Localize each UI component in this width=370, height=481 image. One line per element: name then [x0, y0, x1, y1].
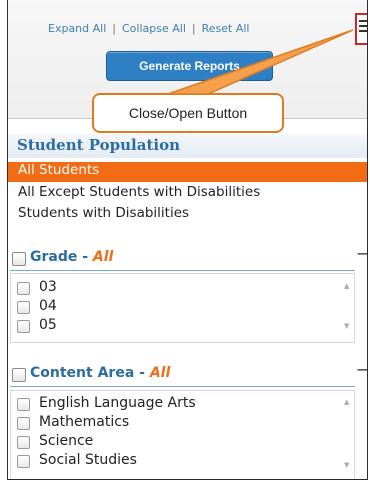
social-studies-checkbox[interactable] — [17, 455, 30, 468]
grade-05-checkbox[interactable] — [17, 320, 30, 333]
science-checkbox[interactable] — [17, 436, 30, 449]
list-item[interactable]: 05 — [17, 317, 317, 335]
content-area-list: English Language Arts Mathematics Scienc… — [10, 390, 355, 479]
grade-title-text: Grade — [30, 249, 78, 265]
mathematics-checkbox[interactable] — [17, 417, 30, 430]
scroll-down-icon[interactable]: ▼ — [344, 461, 349, 469]
grade-title: Grade - All — [30, 249, 114, 265]
list-item[interactable]: 03 — [17, 279, 317, 297]
list-item[interactable]: Mathematics — [17, 414, 317, 432]
report-filter-panel: Expand All | Collapse All | Reset All Genera… — [7, 0, 368, 480]
list-item-label: English Language Arts — [39, 395, 196, 411]
grade-04-checkbox[interactable] — [17, 301, 30, 314]
population-option-all-students[interactable]: All Students — [8, 162, 367, 182]
content-area-select-all-checkbox[interactable] — [12, 368, 26, 382]
grade-select-all-checkbox[interactable] — [12, 252, 26, 266]
list-item-label: 04 — [39, 298, 57, 314]
list-item-label: Science — [39, 433, 94, 449]
list-item[interactable]: English Language Arts — [17, 395, 337, 413]
divider — [10, 386, 355, 387]
population-option-all-except-disabilities[interactable]: All Except Students with Disabilities — [18, 184, 260, 200]
grade-03-checkbox[interactable] — [17, 282, 30, 295]
list-item-label: Mathematics — [39, 414, 130, 430]
content-area-filter-value: All — [149, 365, 171, 381]
scroll-up-icon[interactable]: ▲ — [344, 398, 349, 406]
scroll-down-icon[interactable]: ▼ — [344, 322, 349, 330]
content-area-header: Content Area - All − — [12, 360, 367, 386]
content-area-title: Content Area - All — [30, 365, 171, 381]
list-item[interactable]: Social Studies — [17, 452, 317, 470]
ela-checkbox[interactable] — [17, 398, 30, 411]
content-area-collapse-icon[interactable]: − — [356, 360, 367, 379]
divider — [10, 270, 355, 271]
grade-filter-value: All — [92, 249, 114, 265]
content-area-title-text: Content Area — [30, 365, 135, 381]
population-option-students-with-disabilities[interactable]: Students with Disabilities — [18, 205, 189, 221]
scroll-up-icon[interactable]: ▲ — [344, 282, 349, 290]
list-item-label: 03 — [39, 279, 57, 295]
grade-list: 03 04 05 ▲ ▼ — [10, 273, 355, 343]
list-item-label: 05 — [39, 317, 57, 333]
list-item[interactable]: Science — [17, 433, 317, 451]
list-item[interactable]: 04 — [17, 298, 317, 316]
list-item-label: Social Studies — [39, 452, 137, 468]
callout-arrow — [167, 29, 354, 95]
grade-header: Grade - All − — [12, 244, 367, 270]
grade-collapse-icon[interactable]: − — [356, 244, 367, 263]
